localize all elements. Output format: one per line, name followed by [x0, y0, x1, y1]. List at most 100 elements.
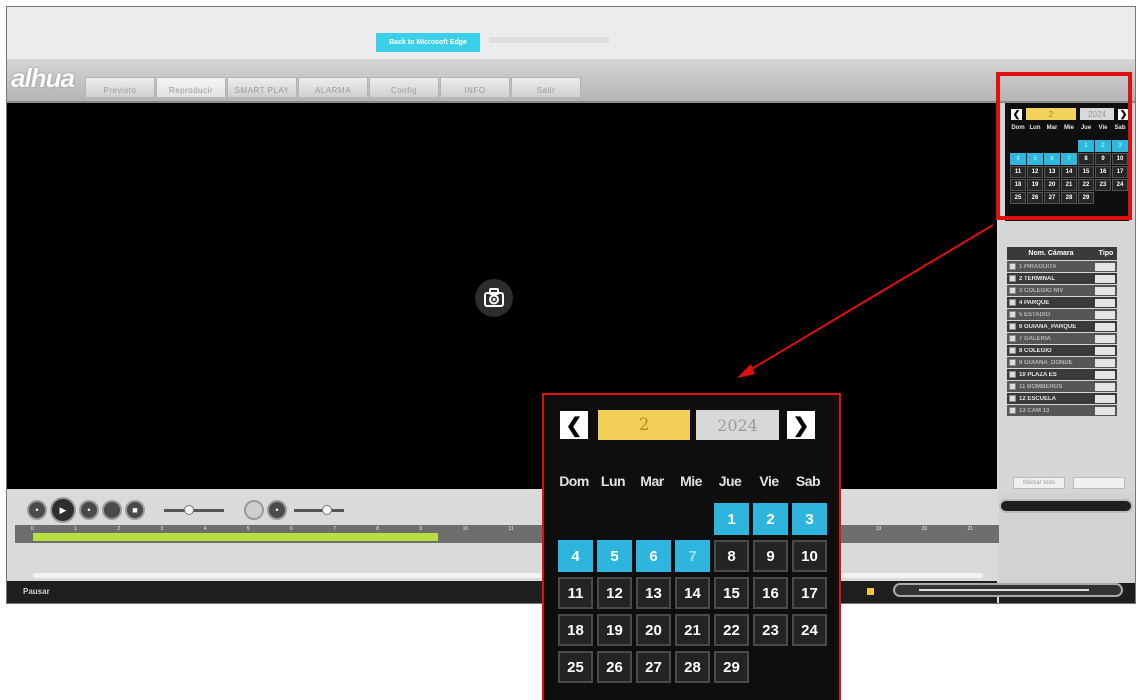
tab-0[interactable]: Previsto — [85, 77, 155, 97]
day-cell[interactable]: 22 — [714, 614, 749, 646]
speed-slider-knob[interactable] — [184, 504, 194, 515]
side-action-button[interactable] — [1073, 477, 1125, 489]
tab-1[interactable]: Reproducir — [156, 77, 226, 97]
camera-row[interactable]: 11 BOMBEROS — [1007, 381, 1117, 392]
recorded-day[interactable]: 4 — [558, 540, 593, 572]
timeline-zoom-slider[interactable] — [893, 583, 1123, 597]
day-cell[interactable]: 13 — [636, 577, 671, 609]
camera-checkbox[interactable] — [1009, 395, 1016, 402]
hour-tick: 9 — [419, 526, 423, 532]
camera-row[interactable]: 1 PIRAGUITA — [1007, 261, 1117, 272]
play-button[interactable]: ▶ — [50, 497, 76, 523]
day-cell[interactable]: 11 — [558, 577, 593, 609]
day-cell[interactable]: 16 — [753, 577, 788, 609]
video-area[interactable] — [7, 103, 997, 489]
day-cell[interactable]: 26 — [597, 651, 632, 683]
volume-slider[interactable] — [294, 504, 344, 515]
recorded-day[interactable]: 6 — [636, 540, 671, 572]
day-cell[interactable]: 21 — [675, 614, 710, 646]
day-cell[interactable]: 18 — [558, 614, 593, 646]
day-cell[interactable]: 20 — [636, 614, 671, 646]
weekday-label: Jue — [718, 473, 742, 489]
camera-checkbox[interactable] — [1009, 311, 1016, 318]
recorded-day[interactable]: 2 — [753, 503, 788, 535]
empty-cell — [558, 503, 593, 535]
camera-checkbox[interactable] — [1009, 359, 1016, 366]
camera-row[interactable]: 3 COLEGIO NIV — [1007, 285, 1117, 296]
tab-4[interactable]: Config — [369, 77, 439, 97]
camera-checkbox[interactable] — [1009, 275, 1016, 282]
camera-row[interactable]: 8 COLEGIO — [1007, 345, 1117, 356]
day-cell[interactable]: 23 — [753, 614, 788, 646]
camera-type-cell — [1095, 382, 1115, 391]
day-cell[interactable]: 28 — [675, 651, 710, 683]
weekday-row: Dom Lun Mar Mie Jue Vie Sab — [555, 473, 827, 489]
camera-row[interactable]: 6 GUIANA_PARQUE — [1007, 321, 1117, 332]
speed-slider[interactable] — [164, 504, 224, 515]
edge-notice-button[interactable]: Back to Microsoft Edge — [376, 33, 480, 52]
camera-checkbox[interactable] — [1009, 299, 1016, 306]
camera-checkbox[interactable] — [1009, 371, 1016, 378]
tab-5[interactable]: INFO — [440, 77, 510, 97]
prev-month-button[interactable]: ❮ — [560, 411, 588, 439]
day-cell[interactable]: 29 — [714, 651, 749, 683]
camera-checkbox[interactable] — [1009, 323, 1016, 330]
day-cell[interactable]: 19 — [597, 614, 632, 646]
recorded-day[interactable]: 7 — [675, 540, 710, 572]
recorded-day[interactable]: 1 — [714, 503, 749, 535]
day-cell[interactable]: 15 — [714, 577, 749, 609]
day-cell[interactable]: 9 — [753, 540, 788, 572]
app-header: alhua Previsto Reproducir SMART PLAY ALARMA… — [7, 59, 1135, 103]
stop-button[interactable]: ■ — [125, 500, 145, 520]
camera-checkbox[interactable] — [1009, 347, 1016, 354]
camera-row[interactable]: 10 PLAZA ES — [1007, 369, 1117, 380]
day-cell[interactable]: 27 — [636, 651, 671, 683]
day-cell[interactable]: 12 — [597, 577, 632, 609]
camera-checkbox[interactable] — [1009, 407, 1016, 414]
camera-row[interactable]: 13 CAM 13 — [1007, 405, 1117, 416]
day-cell[interactable]: 25 — [558, 651, 593, 683]
day-cell[interactable]: 10 — [792, 540, 827, 572]
circle-button[interactable] — [244, 500, 264, 520]
snapshot-button[interactable] — [475, 279, 513, 317]
camera-row[interactable]: 2 TERMINAL — [1007, 273, 1117, 284]
camera-checkbox[interactable] — [1009, 383, 1016, 390]
day-cell[interactable]: 17 — [792, 577, 827, 609]
hour-tick: 2 — [117, 526, 121, 532]
day-cell[interactable]: 14 — [675, 577, 710, 609]
tab-2[interactable]: SMART PLAY — [227, 77, 297, 97]
camera-row[interactable]: 12 ESCUELA — [1007, 393, 1117, 404]
camera-row[interactable]: 4 PARQUE — [1007, 297, 1117, 308]
camera-checkbox[interactable] — [1009, 287, 1016, 294]
hour-tick: 7 — [333, 526, 336, 532]
volume-button[interactable]: • — [267, 500, 287, 520]
dot-button[interactable]: • — [79, 500, 99, 520]
zoom-lock-icon[interactable] — [867, 588, 874, 595]
weekday-label: Lun — [600, 473, 626, 489]
next-month-button[interactable]: ❯ — [787, 411, 815, 439]
volume-slider-knob[interactable] — [322, 504, 332, 515]
month-field[interactable]: 2 — [598, 410, 690, 440]
tab-3[interactable]: ALARMA — [298, 77, 368, 97]
recorded-day[interactable]: 5 — [597, 540, 632, 572]
day-cell[interactable]: 8 — [714, 540, 749, 572]
camera-row[interactable]: 7 GALERIA — [1007, 333, 1117, 344]
year-field[interactable]: 2024 — [696, 410, 779, 440]
camera-row[interactable]: 5 ESTADIO — [1007, 309, 1117, 320]
camera-label: 11 BOMBEROS — [1019, 383, 1063, 390]
tab-6[interactable]: Salir — [511, 77, 581, 97]
camera-checkbox[interactable] — [1009, 263, 1016, 270]
camera-row[interactable]: 9 GUIANA_DONDE — [1007, 357, 1117, 368]
calendar-nav: ❮ 2 2024 ❯ — [560, 410, 815, 440]
recorded-day[interactable]: 3 — [792, 503, 827, 535]
camera-type-cell — [1095, 322, 1115, 331]
dot-button[interactable]: • — [27, 500, 47, 520]
search-field[interactable] — [999, 499, 1133, 513]
camera-label: 12 ESCUELA — [1019, 395, 1057, 402]
camera-checkbox[interactable] — [1009, 335, 1016, 342]
day-cell[interactable]: 24 — [792, 614, 827, 646]
select-all-button[interactable]: Marcar todo — [1013, 477, 1065, 489]
hour-tick: 11 — [508, 526, 514, 532]
next-button[interactable] — [102, 500, 122, 520]
recorded-segment[interactable] — [33, 533, 438, 541]
